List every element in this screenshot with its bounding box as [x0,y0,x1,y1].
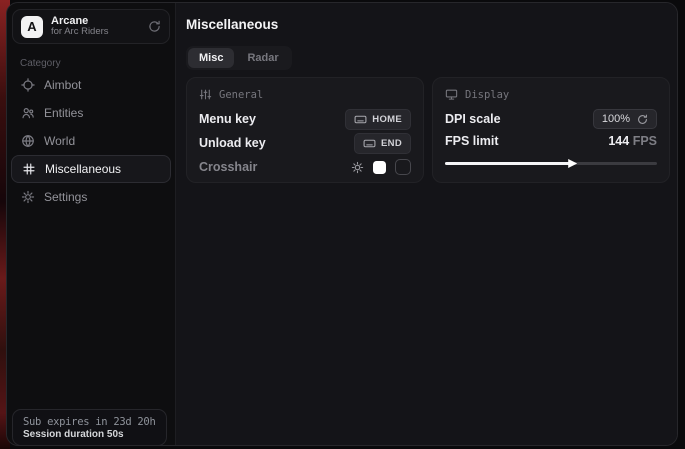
app-subtitle: for Arc Riders [51,27,140,38]
monitor-icon [445,88,458,101]
tab-bar: Misc Radar [186,46,292,70]
panels-row: General Menu key HOME Unload key [186,77,670,183]
menu-key-button[interactable]: HOME [345,109,411,130]
refresh-icon[interactable] [148,20,161,33]
session-duration-text: Session duration 50s [23,429,156,440]
unload-key-button[interactable]: END [354,133,411,154]
general-panel: General Menu key HOME Unload key [186,77,424,183]
unload-key-value: END [381,138,402,149]
page-title: Miscellaneous [186,17,278,32]
general-panel-header: General [199,88,411,101]
sidebar: A Arcane for Arc Riders Category Aimbot [7,3,176,445]
crosshair-settings-gear-icon[interactable] [351,161,364,174]
main-content: Miscellaneous Misc Radar General Menu ke… [176,3,677,445]
crosshair-color-swatch[interactable] [373,161,386,174]
menu-key-label: Menu key [199,112,256,126]
sidebar-nav: Aimbot Entities World [7,71,175,211]
app-meta: Arcane for Arc Riders [51,15,140,39]
unload-key-label: Unload key [199,136,266,150]
sidebar-item-entities[interactable]: Entities [7,99,175,127]
sidebar-item-label: Settings [44,190,87,204]
app-logo: A [21,16,43,38]
fps-slider-thumb[interactable] [568,159,577,168]
sidebar-item-world[interactable]: World [7,127,175,155]
entities-icon [21,106,35,120]
dpi-scale-row: DPI scale 100% [445,107,657,131]
reload-icon [637,114,648,125]
sliders-icon [199,88,212,101]
crosshair-checkbox[interactable] [395,159,411,175]
tab-misc[interactable]: Misc [188,48,234,68]
fps-slider[interactable] [445,158,657,168]
unload-key-row: Unload key END [199,131,411,155]
dpi-scale-label: DPI scale [445,112,501,126]
keyboard-icon [363,137,376,150]
fps-limit-label: FPS limit [445,134,498,148]
dpi-scale-select[interactable]: 100% [593,109,657,129]
display-panel: Display DPI scale 100% FPS limit [432,77,670,183]
sub-expires-text: Sub expires in 23d 20h [23,416,156,428]
general-panel-title: General [219,89,263,101]
app-window: A Arcane for Arc Riders Category Aimbot [6,2,678,446]
fps-limit-row: FPS limit 144 FPS [445,131,657,151]
gear-icon [21,190,35,204]
fps-limit-value: 144 FPS [608,134,657,148]
category-label: Category [20,58,61,69]
sidebar-item-label: Entities [44,106,83,120]
fps-slider-fill [445,162,572,165]
globe-icon [21,134,35,148]
display-panel-header: Display [445,88,657,101]
crosshair-icon [21,78,35,92]
sidebar-item-miscellaneous[interactable]: Miscellaneous [11,155,171,183]
display-panel-title: Display [465,89,509,101]
menu-key-value: HOME [372,114,402,125]
grid-icon [22,162,36,176]
keyboard-icon [354,113,367,126]
app-header-card: A Arcane for Arc Riders [12,9,170,44]
sidebar-item-label: World [44,134,75,148]
tab-radar[interactable]: Radar [236,48,289,68]
crosshair-label: Crosshair [199,160,257,174]
sidebar-item-aimbot[interactable]: Aimbot [7,71,175,99]
crosshair-row: Crosshair [199,155,411,179]
subscription-card: Sub expires in 23d 20h Session duration … [12,409,167,446]
crosshair-controls [351,159,411,175]
sidebar-item-label: Aimbot [44,78,81,92]
dpi-scale-value: 100% [602,113,630,125]
menu-key-row: Menu key HOME [199,107,411,131]
sidebar-item-label: Miscellaneous [45,162,121,176]
sidebar-item-settings[interactable]: Settings [7,183,175,211]
